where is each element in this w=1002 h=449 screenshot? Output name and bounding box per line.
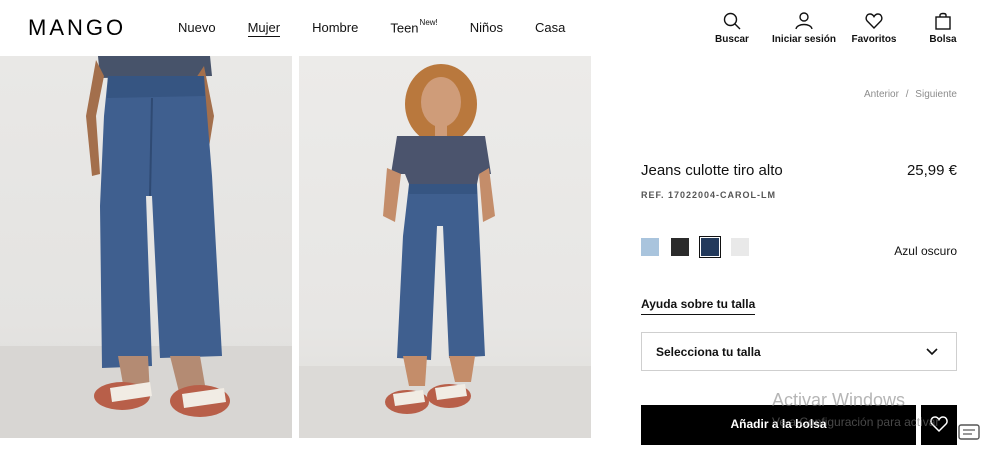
product-pager: Anterior / Siguiente — [864, 89, 957, 100]
swatch-dark-blue[interactable] — [699, 236, 721, 258]
product-reference: REF. 17022004-CAROL-LM — [641, 190, 777, 200]
user-icon — [795, 12, 813, 30]
chat-icon — [958, 424, 980, 440]
nav-casa[interactable]: Casa — [535, 20, 565, 37]
product-title: Jeans culotte tiro alto — [641, 162, 783, 179]
product-photo-1[interactable] — [0, 56, 292, 438]
nav-mujer[interactable]: Mujer — [247, 20, 281, 37]
model-photo-full — [299, 64, 591, 438]
nav-teen[interactable]: TeenNew! — [390, 18, 438, 37]
search-button[interactable]: Buscar — [714, 12, 750, 45]
swatch-light-blue[interactable] — [641, 238, 659, 256]
next-link[interactable]: Siguiente — [915, 89, 957, 100]
previous-link[interactable]: Anterior — [864, 89, 899, 100]
nav-hombre[interactable]: Hombre — [312, 20, 358, 37]
chat-button[interactable] — [958, 424, 984, 446]
swatch-black[interactable] — [671, 238, 689, 256]
nav-ninos[interactable]: Niños — [470, 20, 503, 37]
login-button[interactable]: Iniciar sesión — [772, 12, 836, 45]
windows-activation-watermark: Activar Windows — [772, 390, 906, 410]
bag-icon — [935, 12, 951, 30]
size-select-label: Selecciona tu talla — [656, 345, 761, 359]
selected-color-name: Azul oscuro — [894, 244, 957, 258]
model-photo-closeup — [0, 56, 292, 438]
color-swatches — [641, 236, 761, 258]
size-help-link[interactable]: Ayuda sobre tu talla — [641, 297, 756, 315]
mango-logo[interactable]: MANGO — [28, 15, 126, 41]
heart-icon — [865, 13, 883, 30]
chevron-down-icon — [926, 348, 938, 356]
new-badge: New! — [419, 18, 438, 27]
main-nav: Nuevo Mujer Hombre TeenNew! Niños Casa — [178, 18, 597, 37]
product-price: 25,99 € — [906, 162, 957, 179]
site-header: MANGO Nuevo Mujer Hombre TeenNew! Niños … — [0, 0, 1002, 56]
swatch-white[interactable] — [731, 238, 749, 256]
product-photo-2[interactable] — [299, 56, 591, 438]
search-icon — [723, 12, 741, 30]
favorites-button[interactable]: Favoritos — [851, 12, 897, 45]
windows-activation-subtext: Ve a Configuración para activar — [772, 415, 940, 429]
nav-nuevo[interactable]: Nuevo — [178, 20, 216, 37]
bag-button[interactable]: Bolsa — [929, 12, 957, 45]
size-select[interactable]: Selecciona tu talla — [641, 332, 957, 371]
pager-separator: / — [905, 89, 909, 100]
